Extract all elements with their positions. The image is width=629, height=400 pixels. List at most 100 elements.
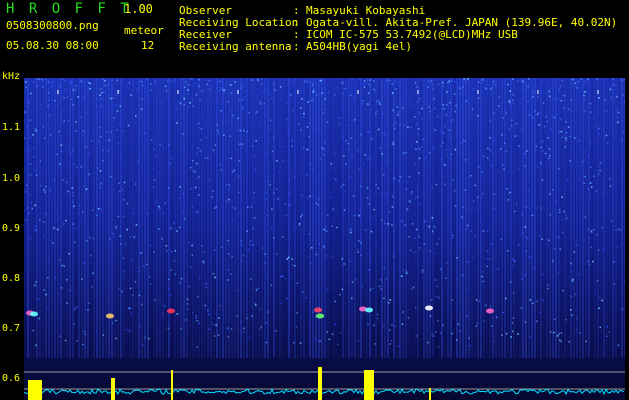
noise-speckle: [29, 149, 31, 151]
noise-speckle: [436, 285, 438, 288]
noise-speckle: [387, 223, 390, 225]
noise-speckle: [342, 183, 345, 186]
noise-speckle: [227, 239, 229, 242]
noise-speckle: [292, 229, 295, 231]
noise-streak: [135, 78, 137, 358]
noise-speckle: [99, 186, 101, 189]
noise-speckle: [558, 131, 561, 133]
noise-speckle: [616, 96, 618, 98]
noise-speckle: [49, 189, 51, 192]
noise-speckle: [436, 243, 438, 245]
noise-streak: [213, 78, 215, 358]
noise-speckle: [422, 192, 425, 195]
noise-speckle: [122, 130, 124, 132]
noise-speckle: [110, 97, 112, 100]
noise-speckle: [449, 101, 451, 104]
noise-speckle: [36, 85, 38, 87]
noise-speckle: [536, 300, 538, 302]
noise-speckle: [225, 201, 228, 203]
noise-speckle: [90, 254, 92, 257]
noise-streak: [504, 78, 506, 358]
noise-speckle: [44, 137, 46, 139]
noise-speckle: [198, 84, 201, 86]
noise-speckle: [325, 225, 327, 228]
noise-speckle: [556, 335, 559, 337]
noise-speckle: [434, 331, 437, 333]
noise-speckle: [261, 83, 263, 85]
noise-speckle: [521, 276, 523, 279]
noise-speckle: [389, 343, 391, 345]
noise-speckle: [231, 255, 233, 258]
noise-speckle: [482, 280, 484, 283]
noise-speckle: [596, 78, 598, 80]
noise-speckle: [255, 289, 258, 291]
antenna-label: Receiving antenna: [179, 40, 292, 53]
noise-speckle: [179, 79, 182, 81]
noise-speckle: [490, 164, 492, 167]
noise-speckle: [243, 327, 245, 330]
noise-speckle: [570, 270, 573, 272]
noise-speckle: [449, 158, 451, 160]
noise-speckle: [561, 231, 564, 233]
noise-speckle: [66, 96, 69, 98]
noise-speckle: [549, 206, 551, 209]
noise-streak: [612, 78, 614, 358]
noise-streak: [474, 78, 476, 358]
noise-speckle: [252, 244, 254, 246]
noise-speckle: [239, 129, 241, 132]
noise-speckle: [544, 152, 547, 155]
noise-speckle: [364, 229, 367, 231]
noise-speckle: [583, 94, 585, 97]
noise-speckle: [548, 166, 550, 168]
noise-speckle: [602, 193, 604, 195]
spectrogram: [24, 78, 625, 400]
noise-speckle: [432, 335, 435, 337]
noise-streak: [588, 78, 590, 358]
noise-speckle: [385, 278, 388, 280]
noise-speckle: [42, 86, 44, 88]
noise-speckle: [554, 247, 556, 250]
noise-speckle: [609, 185, 612, 187]
noise-streak: [399, 78, 401, 358]
noise-speckle: [102, 334, 105, 336]
noise-speckle: [528, 256, 531, 258]
noise-speckle: [377, 128, 380, 131]
noise-speckle: [567, 126, 570, 128]
noise-speckle: [196, 162, 198, 165]
noise-speckle: [103, 84, 106, 87]
noise-speckle: [125, 244, 127, 246]
noise-speckle: [47, 105, 49, 107]
noise-speckle: [605, 335, 608, 337]
y-tick-label: 0.7: [2, 323, 21, 334]
noise-speckle: [26, 125, 28, 128]
noise-speckle: [191, 244, 194, 247]
noise-speckle: [565, 318, 567, 321]
noise-streak: [327, 78, 329, 358]
noise-speckle: [522, 80, 524, 83]
noise-speckle: [33, 156, 35, 158]
noise-speckle: [385, 143, 388, 145]
noise-speckle: [240, 259, 243, 262]
noise-speckle: [303, 112, 305, 115]
noise-speckle: [205, 136, 207, 139]
noise-speckle: [28, 238, 31, 241]
noise-speckle: [392, 143, 395, 145]
noise-speckle: [197, 122, 200, 125]
noise-speckle: [33, 81, 35, 83]
noise-speckle: [111, 322, 114, 324]
noise-streak: [123, 78, 125, 358]
noise-speckle: [227, 188, 230, 191]
noise-speckle: [549, 214, 552, 216]
noise-speckle: [300, 194, 303, 196]
noise-speckle: [322, 108, 324, 110]
noise-speckle: [108, 238, 111, 240]
noise-streak: [153, 78, 155, 358]
noise-speckle: [251, 145, 254, 147]
noise-speckle: [476, 299, 478, 301]
noise-speckle: [323, 228, 326, 231]
noise-speckle: [332, 287, 335, 290]
noise-speckle: [115, 94, 117, 96]
noise-speckle: [254, 112, 257, 114]
noise-speckle: [180, 277, 183, 280]
noise-speckle: [444, 183, 446, 185]
